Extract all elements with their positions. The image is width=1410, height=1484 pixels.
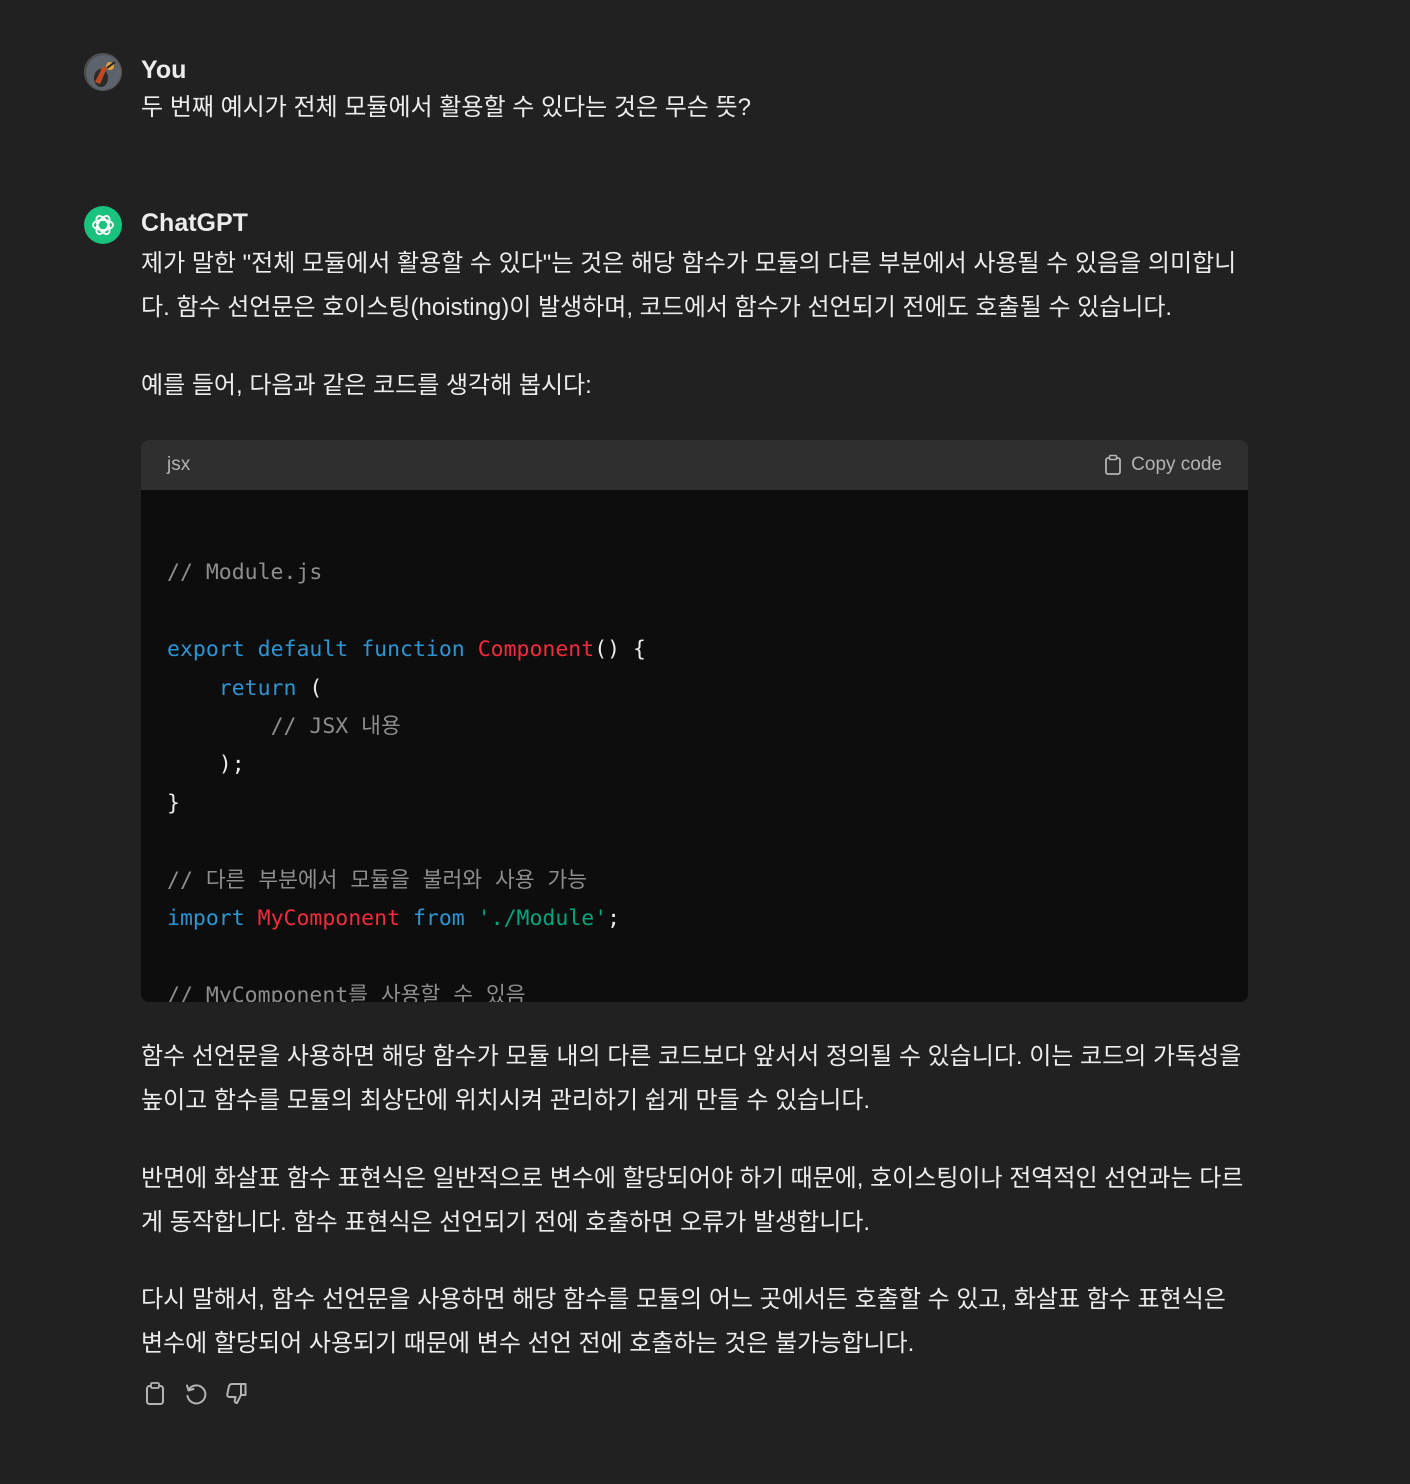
code-punctuation: () { xyxy=(594,637,646,663)
code-comment: // MyComponent를 사용할 수 있음 xyxy=(167,982,526,1002)
code-line: ); xyxy=(167,746,1222,784)
code-body: // Module.js export default function Comp… xyxy=(141,490,1248,1002)
assistant-paragraph: 함수 선언문을 사용하면 해당 함수가 모듈 내의 다른 코드보다 앞서서 정의… xyxy=(141,1043,1242,1114)
code-function-name: Component xyxy=(477,637,595,663)
code-punctuation: ); xyxy=(218,752,245,778)
assistant-paragraph: 예를 들어, 다음과 같은 코드를 생각해 봅시다: xyxy=(141,372,592,399)
code-language-label: jsx xyxy=(167,454,191,475)
code-comment: // Module.js xyxy=(167,560,323,586)
code-string: './Module' xyxy=(477,905,608,931)
code-comment: // 다른 부분에서 모듈을 불러와 사용 가능 xyxy=(167,867,588,893)
code-identifier: MyComponent xyxy=(257,905,401,931)
code-line: // MyComponent를 사용할 수 있음 xyxy=(167,977,1222,1002)
code-keyword: import xyxy=(167,905,245,931)
code-keyword: return xyxy=(218,675,297,701)
user-author-name: You xyxy=(141,56,187,84)
code-keyword: default xyxy=(257,637,349,663)
code-keyword: from xyxy=(412,905,465,931)
thumbs-down-icon[interactable] xyxy=(223,1378,251,1410)
code-keyword: export xyxy=(167,637,245,663)
assistant-paragraph: 반면에 화살표 함수 표현식은 일반적으로 변수에 할당되어야 하기 때문에, … xyxy=(141,1165,1244,1236)
code-punctuation: } xyxy=(167,790,180,816)
code-line: // 다른 부분에서 모듈을 불러와 사용 가능 xyxy=(167,862,1222,900)
code-header: jsx Copy code xyxy=(141,440,1248,490)
regenerate-icon[interactable] xyxy=(182,1378,210,1410)
message-actions xyxy=(141,1378,251,1410)
clipboard-icon xyxy=(1105,454,1122,475)
copy-code-label: Copy code xyxy=(1131,454,1222,475)
code-line: return ( xyxy=(167,670,1222,708)
code-line: // JSX 내용 xyxy=(167,708,1222,746)
code-block: jsx Copy code // Module.js export default… xyxy=(141,440,1248,1002)
assistant-author-name: ChatGPT xyxy=(141,209,248,237)
assistant-paragraph: 다시 말해서, 함수 선언문을 사용하면 해당 함수를 모듈의 어느 곳에서든 … xyxy=(141,1286,1226,1357)
user-avatar xyxy=(84,53,122,91)
chatgpt-avatar xyxy=(84,206,122,244)
code-keyword: function xyxy=(361,637,465,663)
code-line: } xyxy=(167,785,1222,823)
copy-icon[interactable] xyxy=(141,1378,169,1410)
code-comment: // JSX 내용 xyxy=(270,713,401,739)
assistant-paragraph: 제가 말한 "전체 모듈에서 활용할 수 있다"는 것은 해당 함수가 모듈의 … xyxy=(141,250,1237,321)
openai-logo-icon xyxy=(92,215,114,235)
code-line: export default function Component() { xyxy=(167,631,1222,669)
code-punctuation: ( xyxy=(309,675,323,701)
user-message: You 두 번째 예시가 전체 모듈에서 활용할 수 있다는 것은 무슨 뜻? xyxy=(84,52,1254,132)
code-punctuation: ; xyxy=(607,905,621,931)
user-message-text: 두 번째 예시가 전체 모듈에서 활용할 수 있다는 것은 무슨 뜻? xyxy=(141,94,751,121)
code-line: import MyComponent from './Module'; xyxy=(167,900,1222,938)
code-line: // Module.js xyxy=(167,554,1222,592)
copy-code-button[interactable]: Copy code xyxy=(1103,454,1222,476)
